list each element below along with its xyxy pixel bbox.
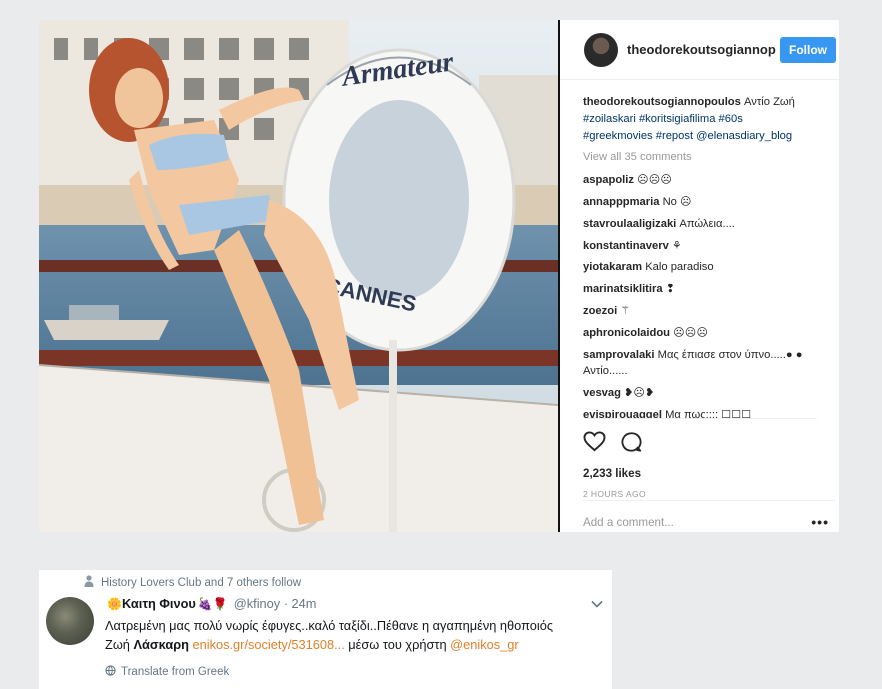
post-actions: 2,233 likes 2 HOURS AGO	[583, 418, 817, 499]
comment-item: vesvag ❥☹❥	[583, 385, 817, 402]
caption-hashtags[interactable]: #zoilaskari #koritsigiafilima #60s	[583, 113, 743, 125]
translate-link[interactable]: Translate from Greek	[105, 665, 229, 679]
tweet-text: Λατρεμένη μας πολύ νωρίς έφυγες..καλό τα…	[105, 616, 606, 654]
globe-icon	[105, 665, 116, 679]
comment-text: No ☹	[662, 195, 692, 208]
tweet-text-segment: μέσω του χρήστη	[344, 637, 451, 652]
caption-text: Αντίο Ζωή	[743, 96, 795, 108]
instagram-post: Armateur CANNES theodorekoutsogiannop Fo…	[39, 20, 839, 532]
name-emoji: 🍇🌹	[197, 596, 228, 611]
tweet-link[interactable]: enikos.gr/society/531608...	[193, 637, 345, 652]
caption-username[interactable]: theodorekoutsogiannopoulos	[583, 96, 741, 108]
comment-username[interactable]: marinatsiklitira	[583, 283, 663, 295]
tweet-header: 🌼 Καιτη Φινου 🍇🌹 @kfinoy · 24m	[105, 596, 607, 611]
more-options-icon[interactable]: •••	[805, 514, 835, 530]
post-caption: theodorekoutsogiannopoulos Αντίο Ζωή #zo…	[583, 94, 817, 144]
comment-item: aspapoliz ☹☹☹	[583, 172, 817, 189]
comment-username[interactable]: zoezoi	[583, 305, 617, 317]
social-context: History Lovers Club and 7 others follow	[84, 575, 301, 590]
comment-icon[interactable]	[620, 431, 642, 455]
comment-username[interactable]: stavroulaaligizaki	[583, 218, 676, 230]
comment-username[interactable]: evispirouaggel	[583, 409, 662, 418]
post-timestamp: 2 HOURS AGO	[583, 489, 646, 499]
action-icons	[583, 431, 817, 455]
person-icon	[84, 575, 94, 590]
tweet-text-bold: Λάσκαρη	[133, 637, 189, 652]
comment-username[interactable]: vesvag	[583, 387, 621, 399]
comment-item: konstantinaverv ⚘	[583, 238, 817, 255]
tweet-text-segment: Ζωή	[105, 637, 134, 652]
post-author-username[interactable]: theodorekoutsogiannop	[627, 42, 780, 57]
chevron-down-icon[interactable]	[591, 596, 603, 611]
comment-item: stavroulaaligizaki Απώλεια....	[583, 216, 817, 233]
comment-username[interactable]: konstantinaverv	[583, 240, 669, 252]
comment-text: Μα πως;;;; ☐☐☐	[665, 408, 752, 418]
comment-username[interactable]: yiotakaram	[583, 261, 642, 273]
comment-text: ⚘	[671, 239, 682, 252]
tweet[interactable]: History Lovers Club and 7 others follow …	[39, 570, 612, 689]
post-photo[interactable]: Armateur CANNES	[39, 20, 558, 532]
comment-text: ☹☹☹	[673, 326, 709, 339]
comment-text: Kalo paradiso	[645, 261, 714, 274]
comment-item: zoezoi ⚚	[583, 303, 817, 320]
comment-username[interactable]: annapppmaria	[583, 196, 659, 208]
view-all-comments-link[interactable]: View all 35 comments	[583, 149, 817, 166]
add-comment-input[interactable]	[583, 515, 806, 529]
heart-icon[interactable]	[583, 431, 606, 455]
post-header: theodorekoutsogiannop Follow	[560, 20, 839, 80]
comment-username[interactable]: aspapoliz	[583, 174, 634, 186]
comment-text: ❥☹❥	[624, 387, 655, 400]
comment-username[interactable]: aphronicolaidou	[583, 327, 670, 339]
tweet-author-handle[interactable]: @kfinoy · 24m	[234, 596, 317, 611]
tweet-author-name[interactable]: Καιτη Φινου	[122, 596, 196, 611]
comment-item: samprovalaki Μας έπιασε στον ύπνο.....● …	[583, 347, 817, 381]
comment-item: annapppmaria No ☹	[583, 194, 817, 211]
comment-text: Απώλεια....	[679, 217, 735, 230]
comment-item: aphronicolaidou ☹☹☹	[583, 325, 817, 342]
caption-hashtags[interactable]: #greekmovies #repost @elenasdiary_blog	[583, 130, 792, 142]
comment-text: ☹☹☹	[637, 174, 673, 187]
follow-button[interactable]: Follow	[780, 36, 836, 63]
tweet-mention[interactable]: @enikos_gr	[450, 637, 518, 652]
comment-item: yiotakaram Kalo paradiso	[583, 259, 817, 276]
social-context-text[interactable]: History Lovers Club and 7 others follow	[101, 577, 301, 589]
comment-item: marinatsiklitira ❢	[583, 281, 817, 298]
comment-text: ❢	[665, 283, 676, 296]
comments-list[interactable]: theodorekoutsogiannopoulos Αντίο Ζωή #zo…	[560, 80, 839, 418]
avatar[interactable]	[584, 32, 618, 67]
add-comment-bar: •••	[583, 500, 835, 530]
avatar[interactable]	[46, 597, 94, 645]
translate-text[interactable]: Translate from Greek	[121, 666, 229, 678]
post-sidebar: theodorekoutsogiannop Follow theodorekou…	[560, 20, 839, 532]
comment-text: ⚚	[620, 304, 631, 317]
comment-item: evispirouaggel Μα πως;;;; ☐☐☐	[583, 407, 817, 418]
likes-count[interactable]: 2,233 likes	[583, 467, 817, 480]
name-emoji: 🌼	[107, 596, 122, 611]
tweet-text-line: Λατρεμένη μας πολύ νωρίς έφυγες..καλό τα…	[105, 618, 553, 633]
comment-username[interactable]: samprovalaki	[583, 349, 655, 361]
